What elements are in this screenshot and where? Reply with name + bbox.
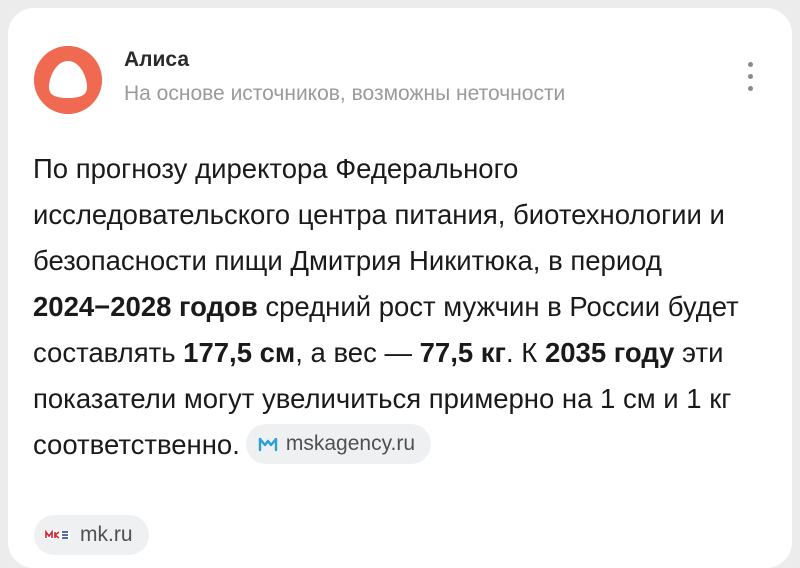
answer-part: , а вес — — [295, 337, 420, 368]
source-label: mk.ru — [80, 523, 133, 546]
card-header: Алиса На основе источников, возможны нет… — [34, 40, 766, 120]
answer-text: По прогнозу директора Федерального иссле… — [33, 146, 778, 468]
answer-highlight-height: 177,5 см — [183, 337, 296, 368]
source-disclaimer: На основе источников, возможны неточност… — [124, 82, 566, 105]
vertical-dots-icon[interactable] — [740, 60, 760, 96]
answer-highlight-year: 2035 году — [544, 337, 675, 368]
answer-part: . К — [506, 337, 545, 368]
answer-card: Алиса На основе источников, возможны нет… — [8, 8, 792, 568]
answer-part: По прогнозу директора Федерального иссле… — [33, 153, 725, 276]
mk-logo-icon — [44, 530, 70, 540]
source-label: mskagency.ru — [285, 431, 416, 455]
answer-highlight-weight: 77,5 кг — [419, 337, 507, 368]
assistant-name: Алиса — [124, 48, 190, 71]
source-chip-mk[interactable]: mk.ru — [34, 515, 149, 555]
alice-avatar-icon — [34, 46, 102, 114]
source-chip-mskagency[interactable]: mskagency.ru — [245, 423, 432, 464]
answer-highlight-period: 2024−2028 годов — [33, 291, 258, 322]
mskagency-logo-icon — [258, 436, 278, 452]
alice-logo-icon — [34, 46, 102, 114]
